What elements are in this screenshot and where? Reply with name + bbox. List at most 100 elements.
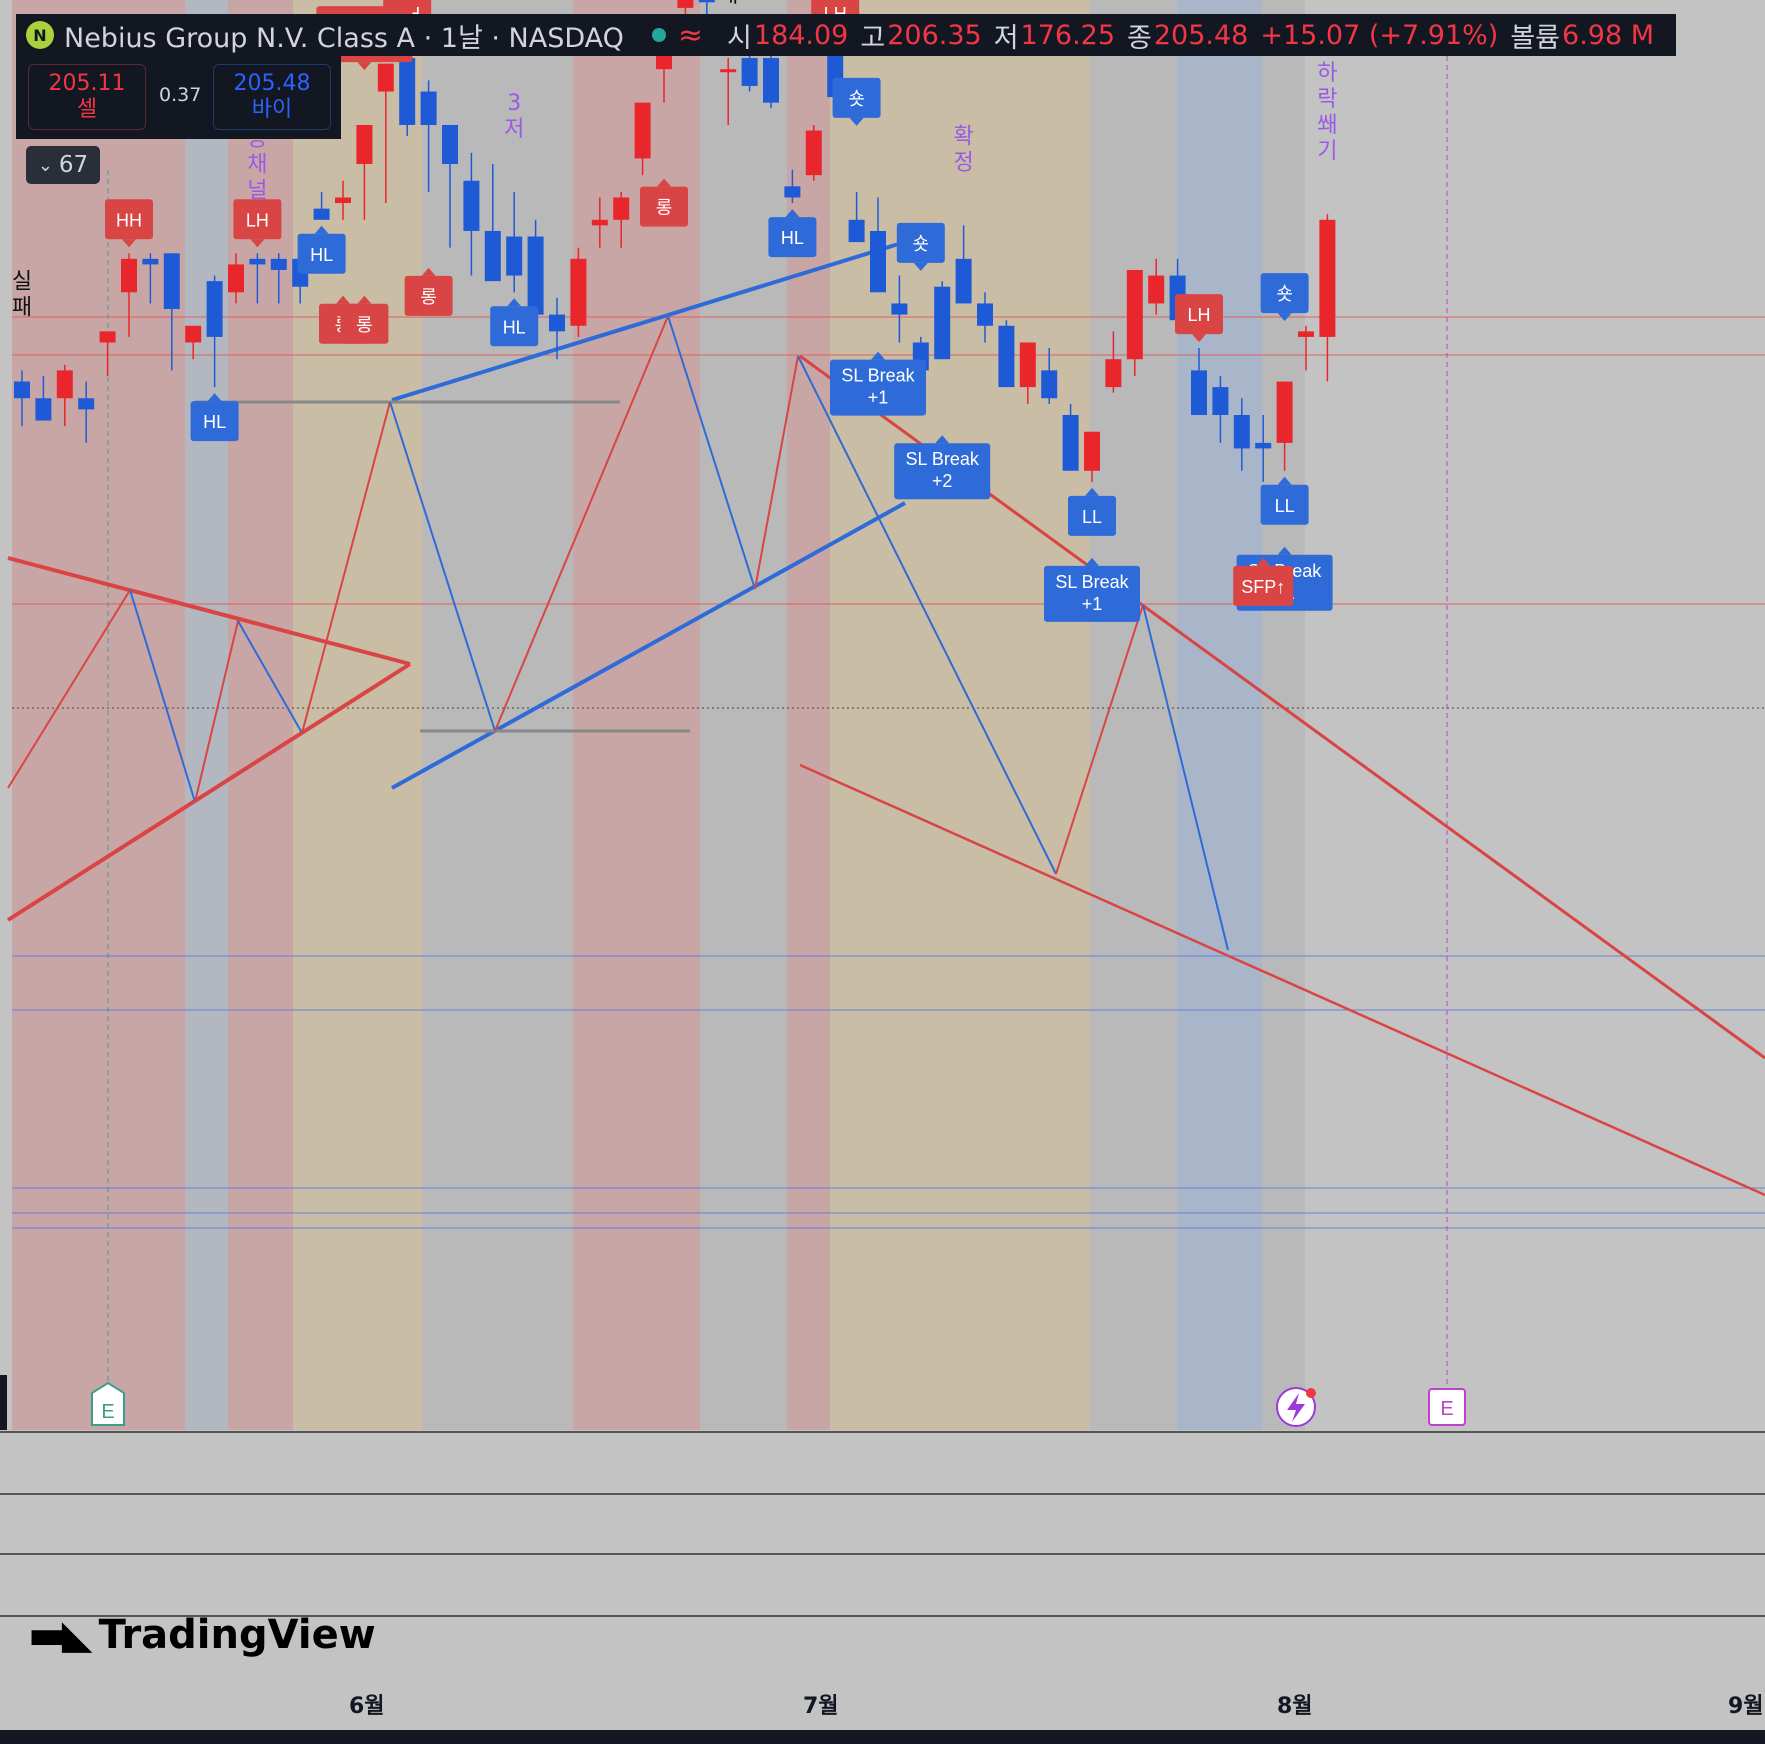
- pivot-text-2-0: HL: [203, 412, 226, 432]
- candle-body-9: [206, 281, 223, 337]
- earnings-marker-2[interactable]: E: [1428, 1388, 1466, 1426]
- candle-body-17: [377, 63, 394, 92]
- candle-body-31: [677, 0, 694, 8]
- pattern-char-5-1: 정: [953, 150, 973, 175]
- candle-body-16: [356, 124, 373, 165]
- candle-body-48: [1041, 370, 1058, 399]
- candle-37: [805, 124, 822, 181]
- month-label-aug: 8월: [1277, 1694, 1313, 1719]
- lab-3: SL Break+1: [830, 351, 926, 416]
- earnings-marker-1[interactable]: E: [91, 1381, 125, 1426]
- pivot-text-0-0: HH: [116, 210, 142, 230]
- pattern-char-4-0: 3: [507, 91, 521, 116]
- market-status-icon[interactable]: [651, 28, 666, 42]
- pivot-text-9-0: LH: [1187, 305, 1210, 325]
- candle-body-57: [1233, 414, 1250, 449]
- candle-body-28: [613, 197, 630, 220]
- earnings-letter-2: E: [1440, 1398, 1453, 1420]
- candle-body-61: [1319, 219, 1336, 337]
- zone-6: [700, 0, 787, 1430]
- candle-body-58: [1255, 442, 1272, 449]
- lab-text-4-0: SL Break: [906, 449, 980, 469]
- open-label: 시: [727, 22, 752, 54]
- pivot-text-11-0: LL: [1275, 496, 1295, 516]
- candle-body-10: [228, 264, 244, 293]
- pattern-char-5-0: 확: [953, 124, 973, 149]
- left-edge-bar: [0, 1375, 7, 1430]
- candle-body-34: [741, 58, 758, 86]
- pivot-text-1-0: LH: [246, 210, 269, 230]
- candle-body-55: [1191, 370, 1207, 415]
- candle-body-32: [698, 0, 715, 3]
- buy-price: 205.48: [233, 71, 311, 96]
- candle-body-29: [634, 102, 651, 159]
- candle-body-23: [506, 236, 523, 276]
- candle-body-7: [163, 253, 180, 310]
- lab-text-14-0: SFP↑: [1241, 577, 1285, 597]
- candle-43: [934, 281, 951, 360]
- lab-text-3-1: +1: [868, 388, 889, 408]
- candle-body-1: [35, 398, 52, 421]
- candle-body-49: [1062, 414, 1079, 471]
- pattern-char-3-1: 락: [1317, 87, 1337, 112]
- lab-text-9-0: 롱: [420, 287, 437, 307]
- close-label: 종: [1127, 22, 1152, 54]
- candle-body-56: [1212, 387, 1229, 415]
- candle-body-46: [998, 325, 1015, 388]
- candle-61: [1319, 214, 1336, 382]
- pattern-char-3-2: 쐐: [1317, 113, 1337, 138]
- zone-3: [293, 0, 422, 1430]
- pattern-char-6-1: 패: [12, 295, 32, 320]
- candle-body-50: [1084, 431, 1100, 471]
- pivot-text-8-0: HL: [781, 228, 804, 248]
- symbol-title[interactable]: Nebius Group N.V. Class A · 1날 · NASDAQ: [64, 16, 624, 55]
- candle-body-45: [977, 303, 993, 326]
- lab-4: SL Break+2: [894, 435, 991, 500]
- candle-body-15: [335, 197, 351, 204]
- lab-text-5-1: +1: [1082, 594, 1103, 614]
- candle-body-19: [420, 91, 437, 125]
- open-value: 184.09: [753, 19, 849, 51]
- candle-body-51: [1105, 359, 1122, 388]
- lab-text-11-0: 숏: [848, 89, 865, 109]
- lab-text-13-0: 숏: [1276, 284, 1293, 304]
- zone-11: [1262, 0, 1305, 1430]
- candle-body-8: [185, 325, 202, 343]
- candle-body-39: [848, 219, 865, 243]
- pattern-char-7-1: 패: [718, 0, 738, 8]
- lab-text-8-0: 롱: [356, 315, 373, 335]
- tradingview-mark-icon: ▬◣: [28, 1612, 93, 1658]
- candle-body-18: [399, 58, 416, 125]
- buy-button[interactable]: 205.48 바이: [213, 64, 331, 130]
- sell-price: 205.11: [48, 71, 126, 96]
- chevron-down-icon: ⌄: [37, 154, 53, 176]
- pattern-text-7: 실패: [718, 0, 738, 8]
- tradingview-logo[interactable]: ▬◣ TradingView: [28, 1612, 376, 1658]
- trade-panel: 205.11 셀 0.37 205.48 바이: [16, 56, 341, 139]
- pattern-char-4-1: 저: [504, 117, 524, 142]
- lab-text-12-0: 숏: [913, 234, 930, 254]
- sell-label: 셀: [76, 97, 98, 122]
- month-label-jun: 6월: [349, 1694, 385, 1719]
- pattern-char-0-2: 채: [247, 152, 267, 177]
- candle-body-53: [1148, 275, 1165, 304]
- approx-icon[interactable]: ≈: [678, 18, 703, 53]
- lightning-icon[interactable]: [1276, 1387, 1316, 1427]
- sell-button[interactable]: 205.11 셀: [28, 64, 146, 130]
- lower-panes: [0, 1431, 1765, 1744]
- price-chart[interactable]: HHLHHLHLHHHLHHLHHLLHLLLLSH Break+1SH Bre…: [0, 0, 1765, 1744]
- zone-9: [1090, 0, 1177, 1430]
- candle-body-33: [720, 69, 737, 73]
- candle-body-26: [570, 258, 587, 326]
- candle-body-22: [484, 230, 501, 282]
- indicator-collapse-button[interactable]: ⌄ 67: [26, 146, 100, 184]
- candle-body-20: [442, 124, 458, 165]
- lab-text-4-1: +2: [932, 471, 953, 491]
- candle-body-21: [463, 180, 480, 231]
- month-label-sep: 9월: [1728, 1694, 1764, 1719]
- candle-26: [570, 247, 587, 337]
- candle-body-27: [591, 219, 608, 226]
- candle-body-25: [549, 314, 565, 332]
- pivot-text-3-0: HL: [310, 245, 333, 265]
- low-value: 176.25: [1020, 19, 1116, 51]
